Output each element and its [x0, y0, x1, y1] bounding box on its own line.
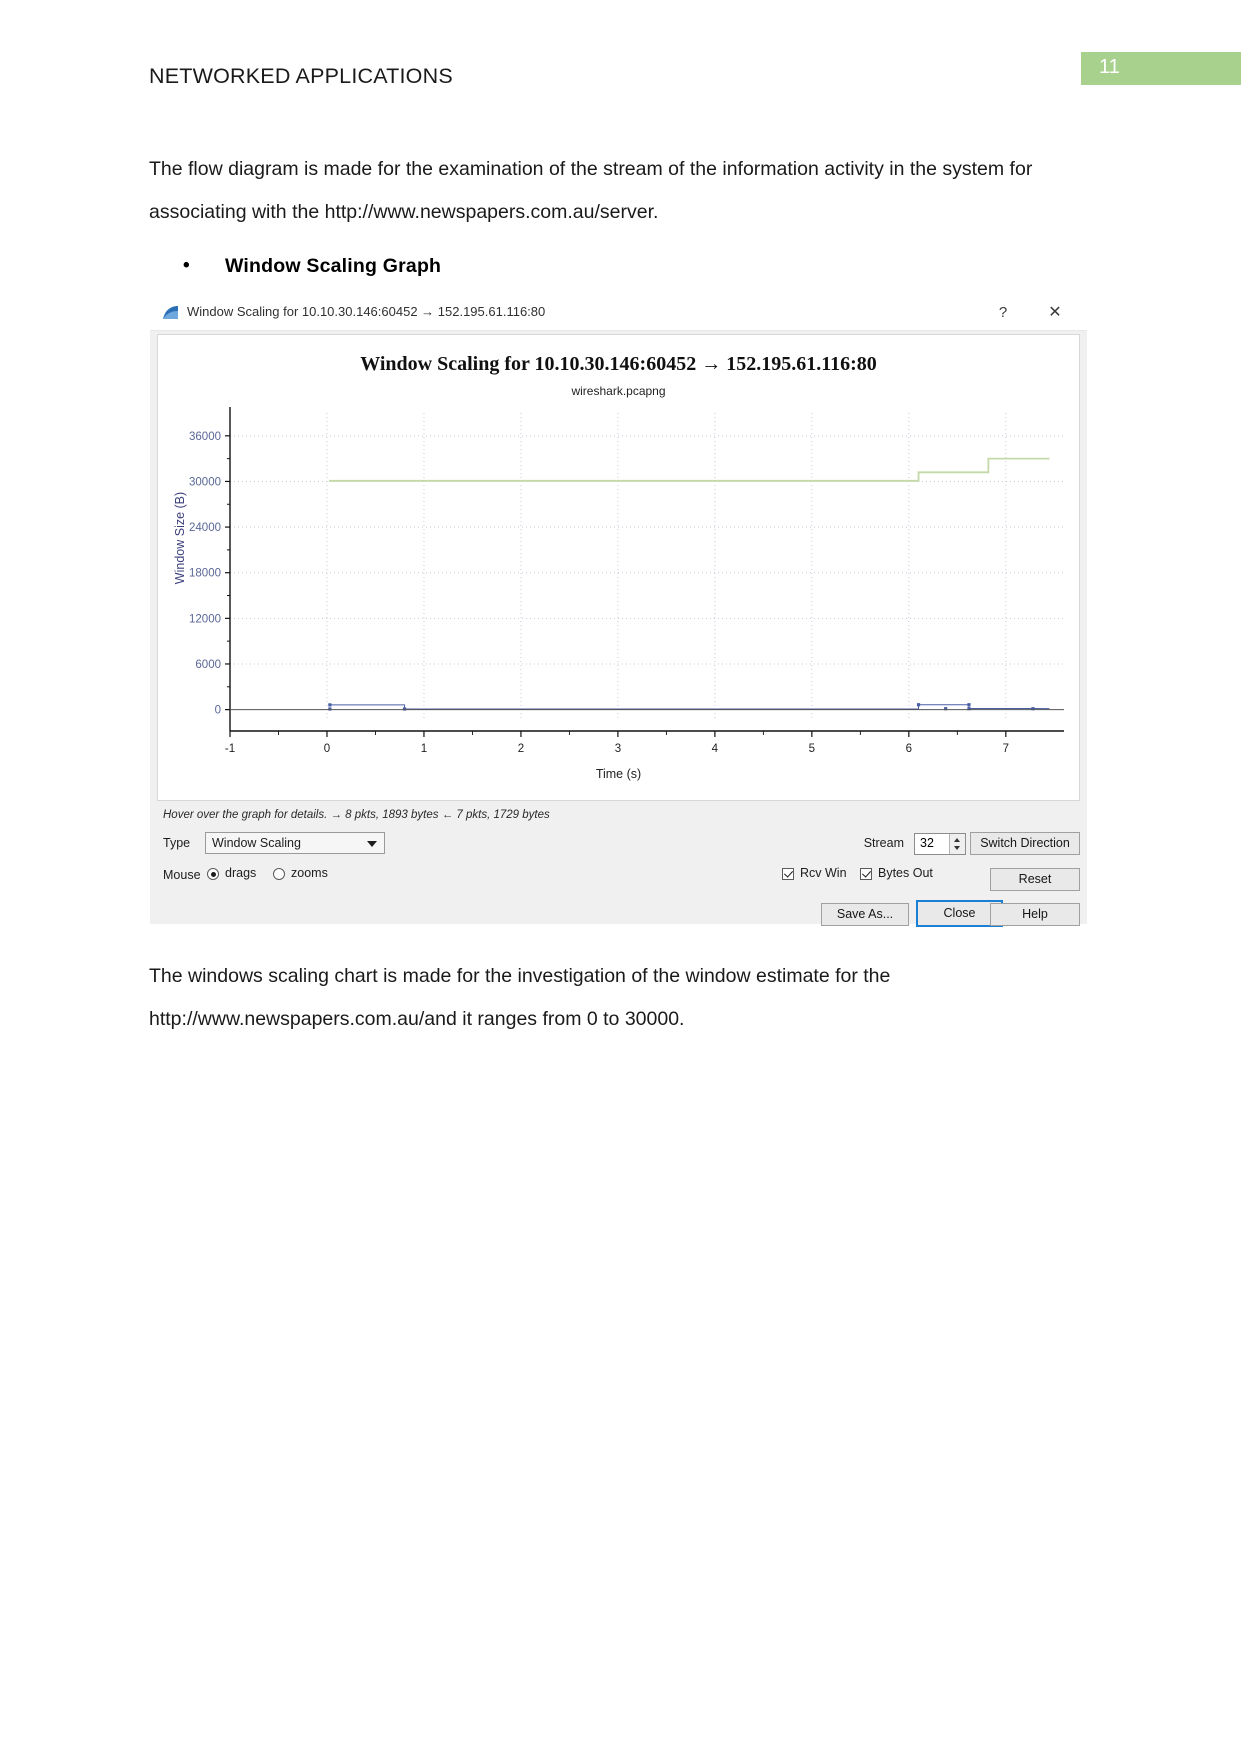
graph-type-select[interactable]: Window Scaling [205, 832, 385, 854]
help-button[interactable]: Help [990, 903, 1080, 926]
page-number-badge: 11 [1081, 52, 1241, 85]
graph-type-value: Window Scaling [212, 836, 301, 850]
mouse-label: Mouse [163, 868, 201, 882]
svg-text:0: 0 [324, 743, 330, 755]
stream-value: 32 [920, 836, 934, 850]
svg-text:1: 1 [421, 743, 427, 755]
bullet-marker-icon: • [183, 255, 190, 276]
svg-text:7: 7 [1003, 743, 1009, 755]
stepper-down-icon[interactable] [954, 846, 960, 850]
chart-canvas: 0 6000 12000 18000 24000 30000 36000 -1 0 1 2 3 4 5 6 7 [189, 407, 1064, 755]
svg-text:3: 3 [615, 743, 621, 755]
svg-text:24000: 24000 [189, 522, 221, 534]
stream-stepper[interactable] [949, 834, 965, 854]
save-as-button[interactable]: Save As... [821, 903, 909, 926]
chart-plot-panel[interactable]: Window Scaling for 10.10.30.146:60452 → … [157, 334, 1080, 801]
paragraph-intro: The flow diagram is made for the examina… [149, 158, 1033, 223]
reset-button[interactable]: Reset [990, 868, 1080, 891]
stream-number-input[interactable]: 32 [914, 833, 966, 855]
checkbox-checked-icon [782, 868, 794, 880]
mouse-mode-row: Mouse drags zooms [163, 866, 328, 888]
page-number-text: 11 [1099, 56, 1120, 78]
svg-text:6: 6 [906, 743, 912, 755]
wireshark-window-scaling-dialog: Window Scaling for 10.10.30.146:60452 → … [150, 296, 1087, 927]
document-header: NETWORKED APPLICATIONS 11 [0, 52, 1241, 102]
type-label: Type [163, 836, 191, 850]
stream-label: Stream [863, 836, 904, 850]
svg-text:0: 0 [215, 705, 221, 717]
svg-text:4: 4 [712, 743, 719, 755]
checkbox-checked-icon [860, 868, 872, 880]
svg-text:12000: 12000 [189, 613, 221, 625]
graph-type-row: Type Window Scaling [163, 832, 385, 858]
rcv-win-label: Rcv Win [800, 866, 847, 880]
switch-direction-button[interactable]: Switch Direction [970, 832, 1080, 855]
radio-selected-icon [207, 868, 219, 880]
mouse-mode-zooms-label: zooms [291, 866, 328, 880]
radio-unselected-icon [273, 868, 285, 880]
svg-text:36000: 36000 [189, 431, 221, 443]
svg-text:18000: 18000 [189, 568, 221, 580]
chevron-down-icon [367, 841, 377, 847]
svg-text:30000: 30000 [189, 476, 221, 488]
stepper-up-icon[interactable] [954, 838, 960, 842]
svg-text:2: 2 [518, 743, 524, 755]
svg-text:-1: -1 [225, 743, 235, 755]
bullet-label: Window Scaling Graph [225, 255, 442, 277]
window-title: Window Scaling for 10.10.30.146:60452 → … [187, 304, 546, 319]
paragraph-conclusion: The windows scaling chart is made for th… [149, 965, 891, 1030]
mouse-mode-drags-label: drags [225, 866, 257, 880]
bytes-out-label: Bytes Out [878, 866, 933, 880]
titlebar-help-icon[interactable]: ? [989, 302, 1017, 324]
window-titlebar: Window Scaling for 10.10.30.146:60452 → … [150, 296, 1087, 331]
svg-text:6000: 6000 [195, 659, 221, 671]
svg-text:5: 5 [809, 743, 815, 755]
graph-hint-text: Hover over the graph for details. → 8 pk… [163, 809, 550, 821]
titlebar-close-icon[interactable]: ✕ [1041, 302, 1069, 324]
page-title: NETWORKED APPLICATIONS [149, 64, 453, 88]
wireshark-fin-icon [163, 306, 178, 319]
